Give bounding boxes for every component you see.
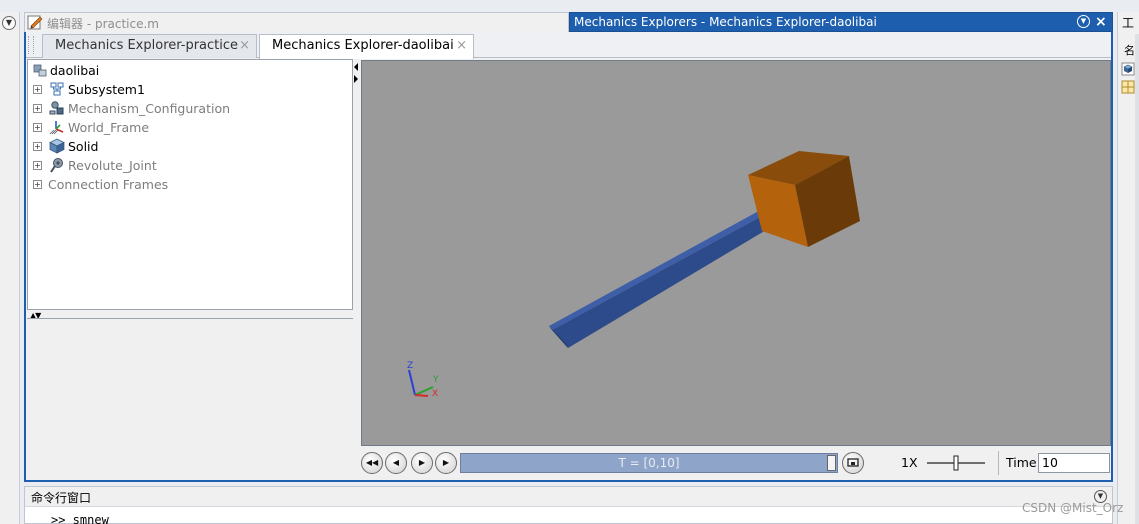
step-back-button[interactable]: ◀	[385, 452, 407, 474]
tab-mechanics-explorer-daolibai[interactable]: Mechanics Explorer-daolibai ×	[259, 34, 474, 59]
editor-pencil-icon	[27, 15, 43, 30]
progress-slider-thumb[interactable]	[827, 455, 836, 471]
tree-item-label: World_Frame	[68, 120, 150, 135]
time-label: Time	[1006, 455, 1037, 470]
frame-icon	[49, 121, 64, 135]
model-tree: daolibai + Subsystem1 + Mechanism_Config…	[27, 59, 353, 310]
3d-viewport[interactable]: Z Y X	[361, 60, 1111, 446]
expand-icon[interactable]: +	[33, 180, 42, 189]
tab-mechanics-explorer-practice[interactable]: Mechanics Explorer-practice ×	[42, 34, 257, 58]
workspace-column-header: 名	[1124, 44, 1135, 57]
properties-panel	[27, 318, 353, 478]
pendulum-rod-top	[549, 202, 782, 330]
scene-canvas: Z Y X	[407, 151, 860, 399]
tab-label: Mechanics Explorer-daolibai	[272, 38, 454, 53]
model-icon	[33, 64, 47, 77]
step-forward-button[interactable]: ▶	[435, 452, 457, 474]
rewind-to-start-button[interactable]: ◀◀	[361, 452, 383, 474]
variable-table-icon[interactable]	[1121, 80, 1135, 94]
chevron-down-icon[interactable]: ▼	[2, 16, 16, 30]
tab-grip-handle[interactable]	[28, 36, 34, 54]
tree-item-label: Connection Frames	[48, 177, 169, 192]
mechanics-explorer-window: Mechanics Explorer-practice × Mechanics …	[24, 32, 1113, 482]
command-window-title: 命令行窗口	[31, 491, 92, 505]
tree-item-label: Subsystem1	[68, 82, 145, 97]
triad-z-label: Z	[407, 361, 413, 371]
record-icon	[847, 458, 859, 467]
tab-strip: Mechanics Explorer-practice × Mechanics …	[26, 32, 1111, 59]
expand-icon[interactable]: +	[33, 85, 42, 94]
expand-icon[interactable]: +	[33, 123, 42, 132]
window-menu-icon[interactable]: ▼	[1077, 15, 1090, 28]
close-icon[interactable]: ×	[1095, 13, 1107, 31]
playback-speed-slider[interactable]	[927, 454, 985, 472]
left-panel-strip	[0, 12, 20, 524]
command-window: 命令行窗口 ▼ >> smnew	[24, 486, 1113, 524]
expand-icon[interactable]: +	[33, 142, 42, 151]
command-window-title-bar[interactable]: 命令行窗口 ▼	[25, 487, 1112, 507]
time-range-text: T = [0,10]	[618, 456, 680, 470]
expand-icon[interactable]: +	[33, 104, 42, 113]
tab-label: Mechanics Explorer-practice	[55, 38, 239, 53]
editor-title: 编辑器 - practice.m	[47, 17, 159, 31]
tree-item-label: Revolute_Joint	[68, 158, 157, 173]
vertical-splitter-arrows[interactable]	[353, 62, 359, 84]
playback-bar: ◀◀ ◀ ▶ ▶ T = [0,10] 1X Time 10	[361, 448, 1111, 478]
coordinate-triad: Z Y X	[407, 361, 439, 399]
time-progress-slider[interactable]: T = [0,10]	[460, 453, 838, 473]
watermark: CSDN @Mist_Orz	[1022, 501, 1124, 515]
record-video-button[interactable]	[842, 452, 864, 474]
explorer-title-bar[interactable]: Mechanics Explorers - Mechanics Explorer…	[569, 12, 1113, 32]
time-input[interactable]: 10	[1038, 453, 1110, 473]
revolute-joint-icon	[50, 158, 63, 173]
editor-title-bar[interactable]: 编辑器 - practice.m	[24, 12, 569, 32]
workspace-title: 工	[1122, 16, 1135, 30]
expand-icon[interactable]: +	[33, 161, 42, 170]
pendulum-rod	[552, 205, 788, 348]
command-prompt[interactable]: >> smnew	[51, 513, 109, 524]
tree-item-label: Solid	[68, 139, 99, 154]
divider	[998, 451, 999, 475]
tab-close-icon[interactable]: ×	[456, 35, 467, 57]
triad-y-label: Y	[432, 375, 439, 385]
mechanism-config-icon	[49, 101, 64, 115]
tree-root-label: daolibai	[50, 63, 100, 78]
explorer-window-title: Mechanics Explorers - Mechanics Explorer…	[574, 15, 877, 29]
tree-item-label: Mechanism_Configuration	[68, 101, 231, 116]
subsystem-icon	[50, 82, 64, 96]
solid-cube-icon	[49, 138, 65, 154]
playback-speed-label: 1X	[901, 455, 918, 470]
variable-cube-icon[interactable]	[1121, 62, 1135, 76]
tab-close-icon[interactable]: ×	[239, 35, 250, 57]
play-button[interactable]: ▶	[411, 452, 433, 474]
triad-x-label: X	[432, 389, 438, 399]
workspace-scrollbar[interactable]	[1135, 34, 1139, 524]
